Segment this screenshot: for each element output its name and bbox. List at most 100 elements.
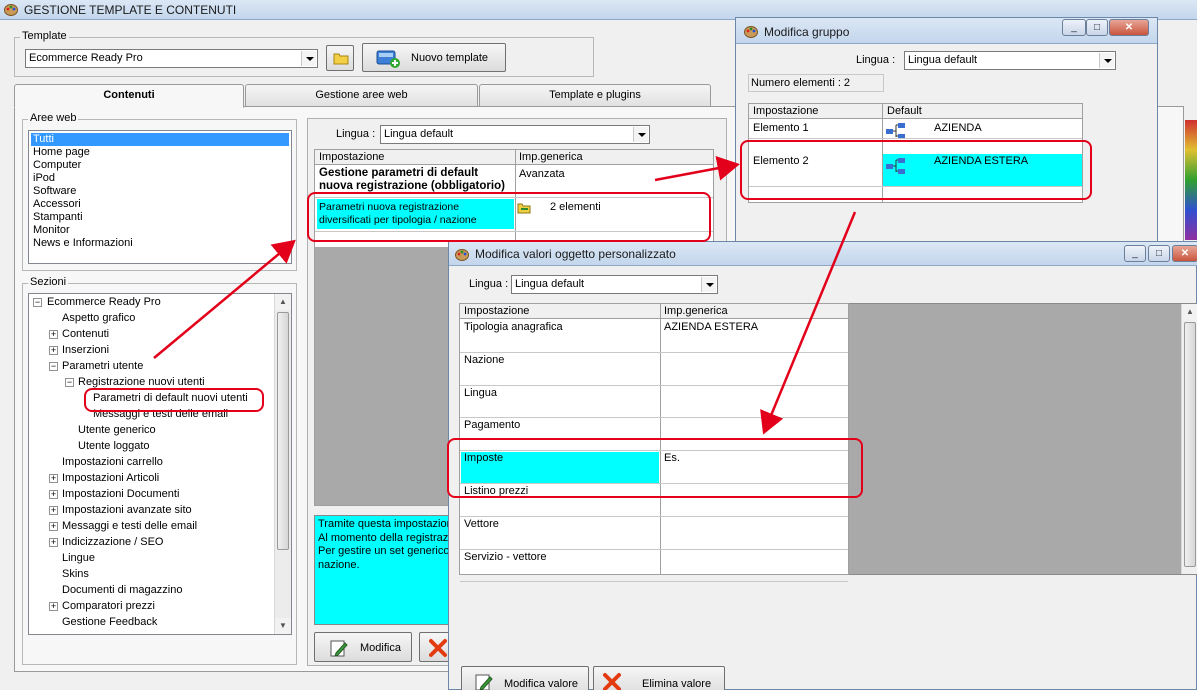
expand-icon[interactable]: + <box>49 474 58 483</box>
expand-icon[interactable]: + <box>49 346 58 355</box>
list-item[interactable]: Computer <box>31 159 83 172</box>
close-button[interactable]: ✕ <box>1172 245 1197 262</box>
valori-row-name[interactable]: Tipologia anagrafica <box>464 321 563 333</box>
tree-item[interactable]: Impostazioni carrello <box>62 455 163 469</box>
valori-row-name[interactable]: Pagamento <box>464 419 520 431</box>
elimina-valore-button[interactable]: Elimina valore <box>593 666 725 690</box>
expand-icon[interactable]: + <box>49 506 58 515</box>
tab-template-plugins-label: Template e plugins <box>549 89 641 101</box>
list-item[interactable]: Monitor <box>31 224 72 237</box>
scroll-up-icon[interactable]: ▲ <box>275 294 291 310</box>
list-item[interactable]: Home page <box>31 146 92 159</box>
tree-item[interactable]: Messaggi e testi delle email <box>62 519 197 533</box>
list-item[interactable]: Stampanti <box>31 211 85 224</box>
chevron-down-icon[interactable] <box>301 51 316 66</box>
tree-item[interactable]: Skins <box>62 567 89 581</box>
row-gestione-value[interactable]: Avanzata <box>519 168 565 180</box>
tree-item[interactable]: Comparatori prezzi <box>62 599 155 613</box>
sezioni-tree[interactable]: − Ecommerce Ready Pro Aspetto grafico + … <box>28 293 292 635</box>
template-combo[interactable]: Ecommerce Ready Pro <box>25 49 318 68</box>
tree-item[interactable]: Registrazione nuovi utenti <box>78 375 205 389</box>
aree-web-list[interactable]: Tutti Home page Computer iPod Software A… <box>28 130 292 264</box>
row-divider <box>460 417 848 419</box>
tree-item[interactable]: Contenuti <box>62 327 109 341</box>
modifica-valore-button[interactable]: Modifica valore <box>461 666 589 690</box>
tree-item[interactable]: Aspetto grafico <box>62 311 135 325</box>
red-x-icon <box>429 639 447 657</box>
tab-template-plugins[interactable]: Template e plugins <box>479 84 711 106</box>
tree-item[interactable]: Gestione Feedback <box>62 615 157 629</box>
template-label: Template <box>20 30 69 42</box>
chevron-down-icon[interactable] <box>701 277 716 292</box>
valori-lingua-value: Lingua default <box>515 278 585 290</box>
collapse-icon[interactable]: − <box>49 362 58 371</box>
scroll-thumb[interactable] <box>277 312 289 550</box>
tree-item[interactable]: Ecommerce Ready Pro <box>47 295 161 309</box>
gruppo-lingua-combo[interactable]: Lingua default <box>904 51 1116 70</box>
tree-item[interactable]: Impostazioni avanzate sito <box>62 503 192 517</box>
tab-contenuti-label: Contenuti <box>103 89 155 101</box>
description-box: Tramite questa impostazione Al momento d… <box>314 515 454 625</box>
valori-row-name[interactable]: Nazione <box>464 354 504 366</box>
tree-item[interactable]: Utente generico <box>78 423 156 437</box>
tree-item[interactable]: Lingue <box>62 551 95 565</box>
minimize-button[interactable]: _ <box>1124 245 1146 262</box>
scroll-down-icon[interactable]: ▼ <box>275 618 291 634</box>
lingua-label: Lingua : <box>336 128 376 140</box>
valori-scrollbar[interactable]: ▲ <box>1181 304 1197 574</box>
expand-icon[interactable]: + <box>49 538 58 547</box>
row-elemento-1-value[interactable]: AZIENDA <box>934 122 982 134</box>
list-item[interactable]: Software <box>31 185 78 198</box>
background-window-edge <box>1185 120 1197 240</box>
tree-item[interactable]: Documenti di magazzino <box>62 583 182 597</box>
tree-scrollbar[interactable]: ▲ ▼ <box>274 294 291 634</box>
tree-item[interactable]: Utente loggato <box>78 439 150 453</box>
collapse-icon[interactable]: − <box>33 298 42 307</box>
tab-contenuti[interactable]: Contenuti <box>14 84 244 108</box>
maximize-button[interactable]: □ <box>1086 19 1108 36</box>
tab-gestione-aree-web-label: Gestione aree web <box>315 89 408 101</box>
grid-header: Impostazione Imp.generica <box>315 150 713 165</box>
collapse-icon[interactable]: − <box>65 378 74 387</box>
expand-icon[interactable]: + <box>49 522 58 531</box>
close-button[interactable]: ✕ <box>1109 19 1149 36</box>
valori-lingua-label: Lingua : <box>469 278 509 290</box>
scroll-thumb[interactable] <box>1184 322 1196 567</box>
list-item[interactable]: Accessori <box>31 198 83 211</box>
col-default: Default <box>887 105 922 117</box>
expand-icon[interactable]: + <box>49 330 58 339</box>
list-item[interactable]: Tutti <box>31 133 289 146</box>
minimize-button[interactable]: _ <box>1062 19 1086 36</box>
valori-row-value[interactable]: AZIENDA ESTERA <box>664 321 758 333</box>
valori-row-name[interactable]: Servizio - vettore <box>464 551 547 563</box>
list-item[interactable]: iPod <box>31 172 57 185</box>
expand-icon[interactable]: + <box>49 602 58 611</box>
annotation-box-elemento2 <box>740 140 1092 200</box>
row-elemento-1[interactable]: Elemento 1 <box>753 122 809 134</box>
maximize-button[interactable]: □ <box>1148 245 1170 262</box>
tab-gestione-aree-web[interactable]: Gestione aree web <box>245 84 478 106</box>
list-item[interactable]: News e Informazioni <box>31 237 135 250</box>
valori-row-name[interactable]: Vettore <box>464 518 499 530</box>
col-impostazione: Impostazione <box>464 305 530 317</box>
gruppo-title: Modifica gruppo <box>764 25 850 39</box>
row-divider <box>460 515 848 517</box>
tree-item[interactable]: Impostazioni Documenti <box>62 487 179 501</box>
scroll-up-icon[interactable]: ▲ <box>1182 304 1197 320</box>
tree-item[interactable]: Impostazioni Articoli <box>62 471 159 485</box>
valori-row-name[interactable]: Lingua <box>464 387 497 399</box>
lingua-combo[interactable]: Lingua default <box>380 125 650 144</box>
valori-lingua-combo[interactable]: Lingua default <box>511 275 718 294</box>
open-folder-button[interactable] <box>326 45 354 71</box>
new-template-button[interactable]: Nuovo template <box>362 43 506 72</box>
modifica-button[interactable]: Modifica <box>314 632 412 662</box>
tree-item[interactable]: Parametri utente <box>62 359 143 373</box>
expand-icon[interactable]: + <box>49 490 58 499</box>
tree-item[interactable]: Indicizzazione / SEO <box>62 535 164 549</box>
tree-item[interactable]: Inserzioni <box>62 343 109 357</box>
row-gestione-parametri[interactable]: Gestione parametri di default nuova regi… <box>319 167 513 195</box>
chevron-down-icon[interactable] <box>633 127 648 142</box>
chevron-down-icon[interactable] <box>1099 53 1114 68</box>
modifica-gruppo-window: Modifica gruppo _ □ ✕ Lingua : Lingua de… <box>735 17 1158 247</box>
aree-web-label: Aree web <box>28 112 79 124</box>
